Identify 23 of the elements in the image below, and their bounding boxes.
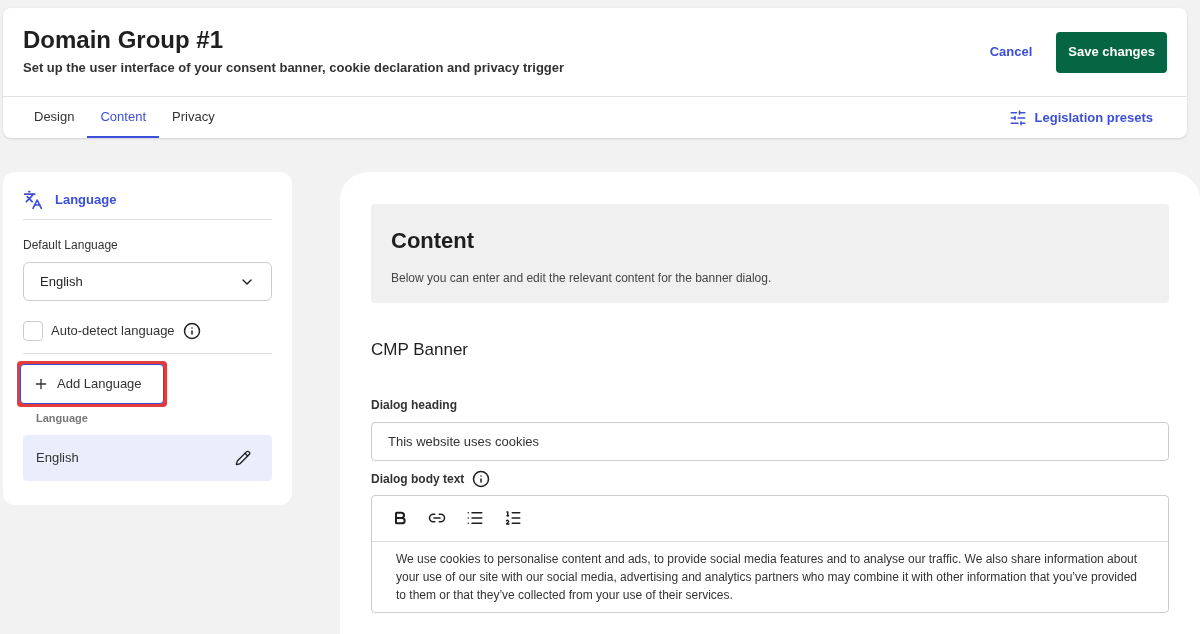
tab[interactable]: Content: [87, 97, 159, 138]
tab[interactable]: Design: [21, 97, 88, 138]
language-select[interactable]: English: [23, 262, 272, 301]
add-language-button[interactable]: Add Language: [20, 364, 164, 404]
legislation-presets-button[interactable]: Legislation presets: [1008, 97, 1153, 138]
language-name: English: [36, 448, 79, 467]
language-row[interactable]: English: [23, 434, 272, 481]
page-subtitle: Set up the user interface of your consent banner, cookie declaration and privacy trigger: [23, 59, 565, 78]
cancel-button[interactable]: Cancel: [989, 42, 1033, 62]
tab[interactable]: Privacy: [159, 97, 228, 138]
content-description: Below you can enter and edit the relevant content for the banner dialog.: [391, 270, 773, 287]
body-text: We use cookies to personalise content and ads, to provide social media features and to analyse our traffic. We also share information about your use of our site with our social media, advertising and analytics partners who may combine it with other information that you’ve provided to them or that they’ve collected from your use of their services.: [395, 550, 1139, 604]
checkbox-label: Auto-detect language: [51, 322, 175, 341]
field-label: Dialog body text: [371, 470, 465, 488]
column-label: Language: [35, 411, 89, 426]
save-button[interactable]: Save changes: [1056, 31, 1167, 73]
section-title: Language: [55, 190, 117, 209]
page-title: Domain Group #1: [23, 26, 225, 55]
field-label: Dialog heading: [371, 396, 458, 414]
dialog-heading-field[interactable]: This website uses cookies: [371, 421, 1169, 461]
section-heading: CMP Banner: [371, 339, 469, 361]
field-label: Default Language: [23, 237, 119, 254]
content-title: Content: [391, 227, 476, 255]
